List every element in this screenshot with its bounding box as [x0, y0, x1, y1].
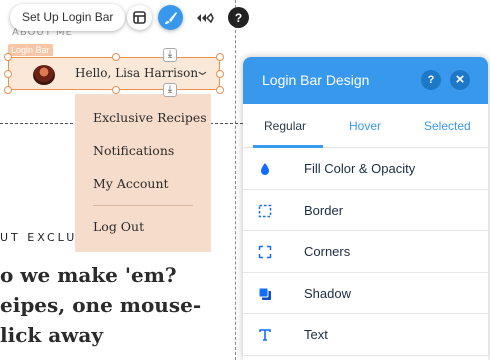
- tab-hover[interactable]: Hover: [349, 119, 381, 133]
- option-label: Corners: [304, 244, 351, 259]
- text-icon: [257, 327, 273, 343]
- menu-divider: [93, 205, 193, 206]
- option-text[interactable]: Text: [243, 314, 488, 356]
- option-border[interactable]: Border: [243, 190, 488, 231]
- login-bar[interactable]: Hello, Lisa Harrison ⌄: [8, 57, 220, 90]
- resize-handle-top[interactable]: [112, 53, 120, 61]
- headline-line-1: o we make 'em?: [0, 263, 177, 287]
- fill-drop-icon: [257, 161, 273, 177]
- setup-login-bar-button[interactable]: Set Up Login Bar: [10, 4, 126, 31]
- avatar: [33, 65, 55, 85]
- section-heading: UT EXCLU: [0, 231, 78, 244]
- resize-handle-right[interactable]: [216, 70, 224, 78]
- resize-handle-top-right[interactable]: [216, 53, 224, 61]
- menu-item-exclusive-recipes[interactable]: Exclusive Recipes: [93, 110, 207, 125]
- menu-item-my-account[interactable]: My Account: [93, 176, 169, 191]
- animation-icon[interactable]: [192, 5, 217, 30]
- panel-header: Login Bar Design ? ×: [243, 57, 488, 104]
- login-bar-design-panel: Login Bar Design ? × Regular Hover Selec…: [243, 57, 488, 360]
- vertical-guide-line: [235, 0, 236, 360]
- panel-close-icon[interactable]: ×: [450, 70, 470, 90]
- login-bar-tag: Login Bar: [8, 44, 53, 56]
- stretch-handle-top-icon[interactable]: ⤓: [163, 48, 177, 62]
- border-icon: [257, 203, 273, 219]
- stretch-handle-bottom-icon[interactable]: ⤓: [163, 83, 177, 97]
- tab-selected[interactable]: Selected: [424, 119, 471, 133]
- menu-item-notifications[interactable]: Notifications: [93, 143, 174, 158]
- resize-handle-bottom-left[interactable]: [4, 86, 12, 94]
- tab-regular[interactable]: Regular: [264, 119, 306, 133]
- option-label: Fill Color & Opacity: [304, 161, 416, 176]
- headline-line-2: eipes, one mouse-: [0, 293, 202, 317]
- option-label: Text: [304, 327, 328, 342]
- resize-handle-top-left[interactable]: [4, 53, 12, 61]
- headline: o we make 'em? eipes, one mouse- lick aw…: [0, 260, 201, 350]
- resize-handle-bottom[interactable]: [112, 86, 120, 94]
- resize-handle-left[interactable]: [4, 70, 12, 78]
- layout-icon[interactable]: [127, 5, 152, 30]
- login-dropdown-menu: Exclusive Recipes Notifications My Accou…: [75, 94, 211, 252]
- help-icon[interactable]: ?: [228, 7, 249, 28]
- option-label: Border: [304, 202, 344, 218]
- shadow-icon: [257, 286, 273, 302]
- option-shadow[interactable]: Shadow: [243, 273, 488, 314]
- panel-tabs: Regular Hover Selected: [243, 104, 488, 148]
- resize-handle-bottom-right[interactable]: [216, 86, 224, 94]
- corners-icon: [257, 244, 273, 260]
- option-label: Shadow: [304, 285, 351, 301]
- headline-line-3: lick away: [0, 323, 103, 347]
- panel-help-icon[interactable]: ?: [421, 70, 441, 90]
- option-fill-color-opacity[interactable]: Fill Color & Opacity: [243, 148, 488, 190]
- panel-title: Login Bar Design: [262, 72, 370, 88]
- menu-item-log-out[interactable]: Log Out: [93, 219, 144, 234]
- chevron-down-icon[interactable]: ⌄: [194, 63, 210, 79]
- option-corners[interactable]: Corners: [243, 231, 488, 273]
- login-greeting: Hello, Lisa Harrison: [75, 66, 199, 80]
- design-brush-icon[interactable]: [158, 5, 183, 30]
